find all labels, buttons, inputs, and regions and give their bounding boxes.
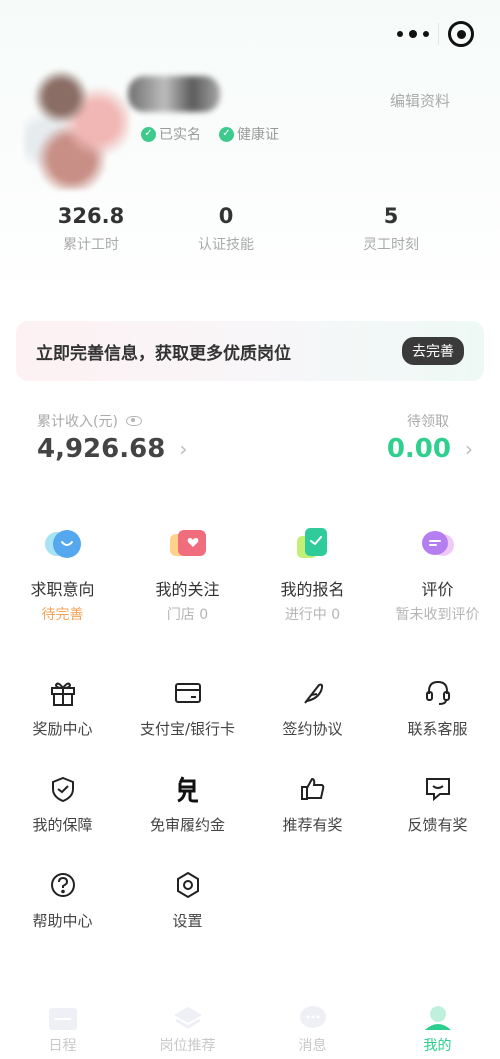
headset-icon — [423, 678, 453, 708]
feature-sub: 待完善 — [41, 607, 84, 623]
grid-label: 设置 — [172, 912, 203, 930]
pending-label: 待领取 — [407, 414, 449, 430]
tab-label: 我的 — [423, 1038, 452, 1054]
verified-label: 已实名 — [159, 127, 201, 143]
stat-label: 认证技能 — [198, 237, 254, 253]
feedback-icon — [423, 774, 453, 804]
calendar-icon — [48, 1005, 78, 1031]
feature-review[interactable]: 评价 暂未收到评价 — [375, 528, 500, 624]
tab-profile[interactable]: 我的 — [375, 999, 500, 1059]
thumbs-up-icon — [298, 774, 328, 804]
stat-value: 5 — [383, 204, 399, 228]
stats-row: 326.8 累计工时 0 认证技能 5 灵工时刻 — [0, 204, 500, 254]
chevron-right-icon: › — [179, 437, 188, 461]
grid-label: 奖励中心 — [32, 720, 93, 738]
eye-icon[interactable] — [125, 416, 142, 426]
grid-item-rewards[interactable]: 奖励中心 — [0, 672, 125, 768]
feature-name: 我的报名 — [280, 580, 345, 599]
more-icon[interactable] — [388, 14, 438, 54]
grid-label: 免审履约金 — [149, 816, 225, 834]
grid-item-payment[interactable]: 支付宝/银行卡 — [125, 672, 250, 768]
grid-label: 帮助中心 — [32, 912, 93, 930]
tab-schedule[interactable]: 日程 — [0, 999, 125, 1059]
card-icon — [173, 678, 203, 708]
grid-item-referral[interactable]: 推荐有奖 — [250, 768, 375, 864]
chevron-right-icon: › — [465, 437, 473, 461]
job-intent-icon — [43, 528, 83, 560]
stat-value: 326.8 — [57, 204, 125, 228]
gift-icon — [48, 678, 78, 708]
feature-name: 求职意向 — [30, 580, 95, 599]
services-grid: 奖励中心 支付宝/银行卡 签约协议 联系客服 我的保障 免审履约金 推荐有奖 反… — [0, 672, 500, 960]
complete-info-banner[interactable]: 立即完善信息，获取更多优质岗位 去完善 — [16, 321, 484, 381]
feature-sub: 暂未收到评价 — [395, 607, 480, 623]
feature-job-intent[interactable]: 求职意向 待完善 — [0, 528, 125, 624]
grid-item-agreement[interactable]: 签约协议 — [250, 672, 375, 768]
registration-icon — [293, 528, 333, 560]
stat-label: 累计工时 — [63, 237, 119, 253]
income-label-text: 累计收入(元) — [37, 414, 118, 430]
grid-item-feedback[interactable]: 反馈有奖 — [375, 768, 500, 864]
tab-messages[interactable]: 消息 — [250, 999, 375, 1059]
grid-item-help[interactable]: 帮助中心 — [0, 864, 125, 960]
shield-icon — [48, 774, 78, 804]
grid-label: 反馈有奖 — [407, 816, 468, 834]
income-value[interactable]: 4,926.68 › — [37, 434, 187, 464]
edit-profile-link[interactable]: 编辑资料 — [390, 90, 450, 111]
tab-label: 日程 — [48, 1038, 77, 1054]
miniprogram-capsule — [388, 14, 484, 54]
feature-registration[interactable]: 我的报名 进行中 0 — [250, 528, 375, 624]
stat-value: 0 — [218, 204, 234, 228]
grid-label: 推荐有奖 — [282, 816, 343, 834]
tab-label: 岗位推荐 — [159, 1038, 216, 1054]
stat-label: 灵工时刻 — [363, 237, 419, 253]
grid-item-support[interactable]: 联系客服 — [375, 672, 500, 768]
grid-item-protection[interactable]: 我的保障 — [0, 768, 125, 864]
review-icon — [418, 528, 458, 560]
feature-name: 我的关注 — [155, 580, 220, 599]
grid-item-deposit-free[interactable]: 免审履约金 — [125, 768, 250, 864]
grid-label: 我的保障 — [32, 816, 93, 834]
jobs-icon — [173, 1005, 203, 1031]
feature-sub: 门店 0 — [166, 607, 209, 623]
check-icon: ✓ — [141, 126, 156, 142]
features-row: 求职意向 待完善 我的关注 门店 0 我的报名 进行中 0 评价 暂未收到评价 — [0, 528, 500, 624]
stat-work-hours[interactable]: 326.8 累计工时 — [0, 204, 212, 254]
feather-icon — [298, 678, 328, 708]
close-target-icon[interactable] — [439, 14, 483, 54]
profile-icon — [423, 1005, 453, 1031]
grid-item-settings[interactable]: 设置 — [125, 864, 250, 960]
pending-value[interactable]: 0.00 › — [387, 434, 473, 464]
grid-label: 支付宝/银行卡 — [139, 720, 236, 738]
banner-text: 立即完善信息，获取更多优质岗位 — [36, 343, 291, 364]
help-icon — [48, 870, 78, 900]
bottom-tab-bar: 日程 岗位推荐 消息 我的 — [0, 999, 500, 1059]
avatar[interactable] — [24, 66, 130, 190]
message-icon — [298, 1005, 328, 1031]
follow-icon — [168, 528, 208, 560]
grid-label: 联系客服 — [407, 720, 468, 738]
tab-jobs[interactable]: 岗位推荐 — [125, 999, 250, 1059]
deposit-free-icon — [173, 774, 203, 804]
nickname-blurred — [128, 76, 220, 112]
tab-label: 消息 — [298, 1038, 327, 1054]
health-cert-badge: ✓ 健康证 — [219, 124, 279, 144]
health-cert-label: 健康证 — [237, 127, 279, 143]
complete-button[interactable]: 去完善 — [402, 337, 464, 365]
feature-sub: 进行中 0 — [284, 607, 341, 623]
feature-name: 评价 — [421, 580, 454, 599]
grid-label: 签约协议 — [282, 720, 343, 738]
feature-follow[interactable]: 我的关注 门店 0 — [125, 528, 250, 624]
settings-icon — [173, 870, 203, 900]
income-label: 累计收入(元) — [37, 411, 142, 431]
pending-amount: 0.00 — [386, 434, 451, 464]
stat-moments[interactable]: 5 灵工时刻 — [316, 204, 466, 254]
check-icon: ✓ — [219, 126, 234, 142]
verified-badge: ✓ 已实名 — [141, 124, 201, 144]
stat-skills[interactable]: 0 认证技能 — [198, 204, 254, 254]
income-amount: 4,926.68 — [37, 434, 166, 464]
